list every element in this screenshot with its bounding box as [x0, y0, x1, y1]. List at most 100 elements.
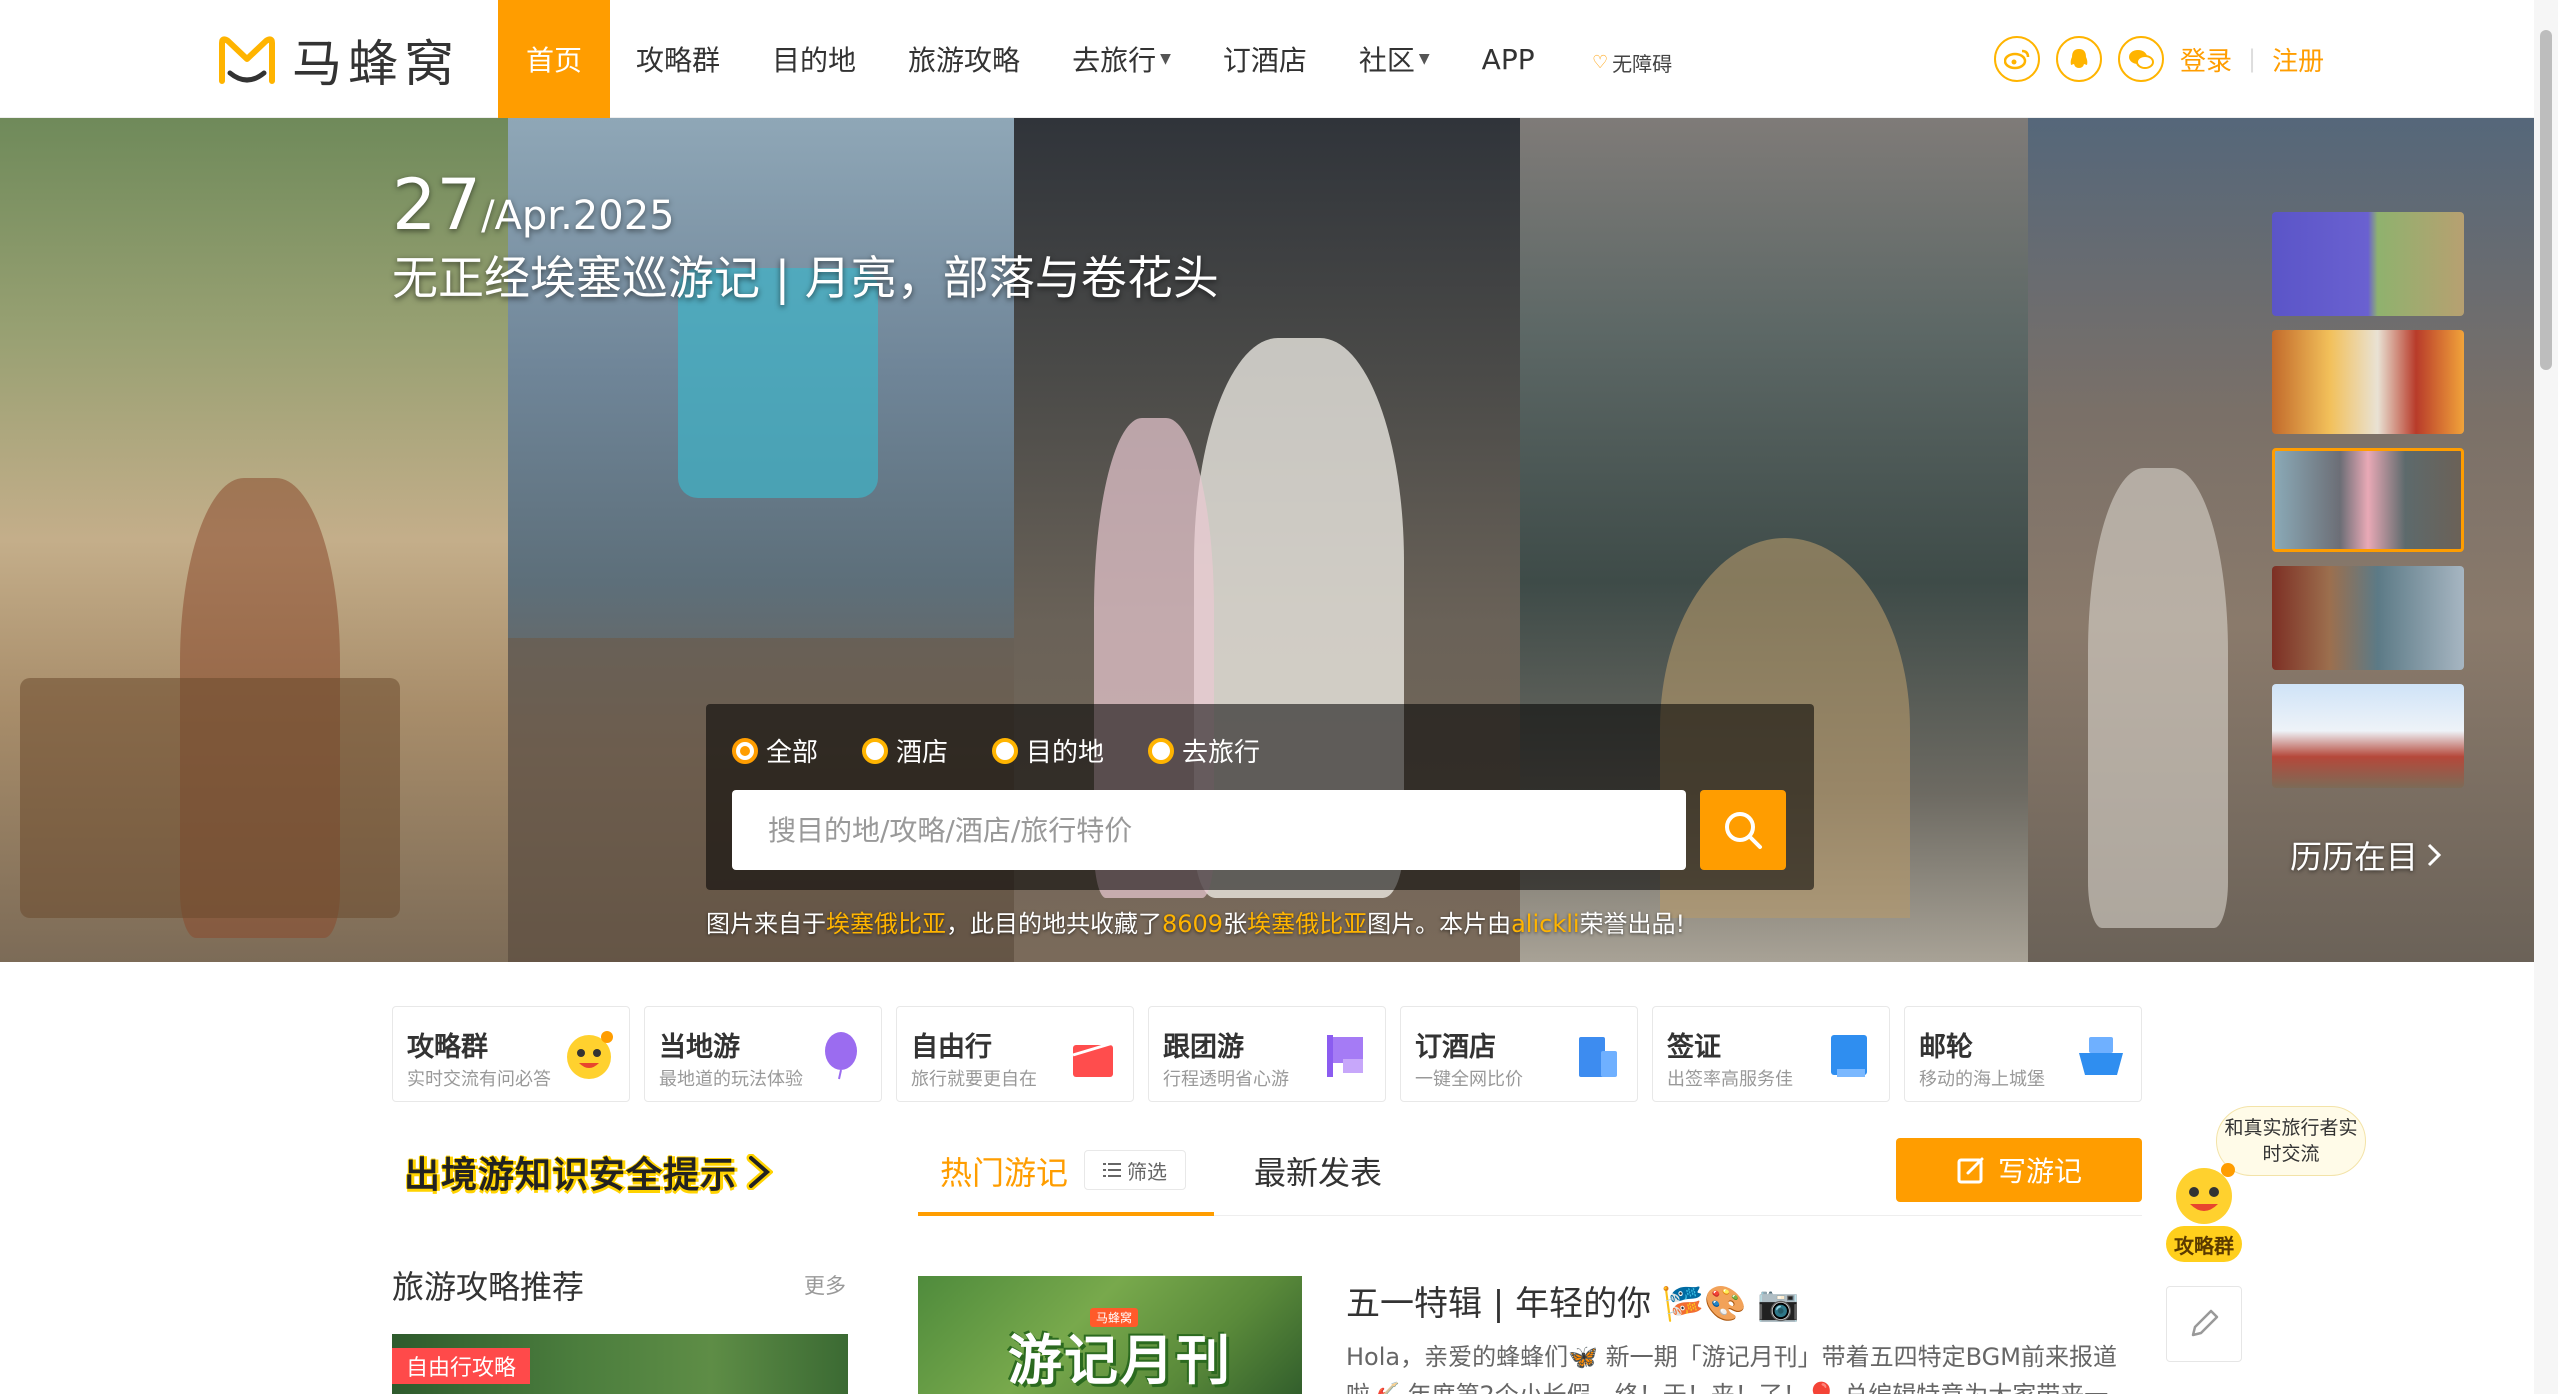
logo-m-icon — [219, 36, 275, 84]
login-link[interactable]: 登录 — [2180, 41, 2232, 78]
nav-home[interactable]: 首页 — [498, 0, 611, 118]
radio-go-travel[interactable]: 去旅行 — [1148, 732, 1260, 769]
recommend-more-link[interactable]: 更多 — [804, 1270, 846, 1300]
nav-app[interactable]: APP — [1456, 0, 1561, 118]
radio-label: 目的地 — [1026, 738, 1105, 768]
note-title[interactable]: 五一特辑 | 年轻的你 🎏🎨 📷 — [1346, 1276, 1800, 1325]
feature-title: 跟团游 — [1163, 1032, 1244, 1063]
feature-subtitle: 实时交流有问必答 — [407, 1069, 551, 1090]
credit-place-link[interactable]: 埃塞俄比亚 — [1247, 910, 1367, 938]
feature-subtitle: 行程透明省心游 — [1163, 1069, 1289, 1090]
hero-title[interactable]: 无正经埃塞巡游记 | 月亮，部落与卷花头 — [392, 242, 1219, 308]
feature-card-hotel[interactable]: 订酒店 一键全网比价 — [1400, 1006, 1638, 1102]
gift-icon — [1072, 1041, 1114, 1077]
credit-text: ，此目的地共收藏了 — [946, 910, 1162, 938]
feature-card-local-tour[interactable]: 当地游 最地道的玩法体验 — [644, 1006, 882, 1102]
tab-latest[interactable]: 最新发表 — [1254, 1148, 1382, 1194]
nav-guide-group[interactable]: 攻略群 — [610, 0, 746, 118]
hero-thumb[interactable] — [2272, 330, 2464, 434]
nav-hotel[interactable]: 订酒店 — [1197, 0, 1333, 118]
mascot-icon[interactable] — [2166, 1160, 2242, 1230]
hero-thumb-selected[interactable] — [2272, 448, 2464, 552]
search-button[interactable] — [1700, 790, 1786, 870]
radio-dot — [1148, 737, 1175, 764]
feature-title: 攻略群 — [407, 1032, 488, 1063]
float-edit-button[interactable] — [2166, 1286, 2242, 1362]
hero-thumb[interactable] — [2272, 212, 2464, 316]
radio-all[interactable]: 全部 — [732, 732, 818, 769]
safety-tips-banner[interactable]: 出境游知识安全提示 — [404, 1142, 774, 1202]
nav-community[interactable]: 社区 ▼ — [1333, 0, 1456, 118]
chevron-right-icon — [746, 1154, 774, 1190]
search-panel: 全部 酒店 目的地 去旅行 — [706, 704, 1814, 890]
hero-date-month-year: /Apr.2025 — [481, 193, 675, 239]
feature-card-group-tour[interactable]: 跟团游 行程透明省心游 — [1148, 1006, 1386, 1102]
radio-label: 去旅行 — [1182, 738, 1261, 768]
feature-subtitle: 出签率高服务佳 — [1667, 1069, 1793, 1090]
history-link-label: 历历在目 — [2290, 838, 2419, 876]
scrollbar-thumb[interactable] — [2540, 30, 2552, 370]
filter-label: 筛选 — [1127, 1159, 1167, 1184]
nav-label: 目的地 — [772, 44, 857, 77]
filter-button[interactable]: 筛选 — [1084, 1150, 1186, 1190]
site-logo[interactable]: 马蜂窝 — [216, 30, 460, 93]
radio-label: 酒店 — [896, 738, 949, 768]
radio-dot — [862, 737, 889, 764]
feature-title: 订酒店 — [1415, 1032, 1496, 1063]
write-note-button[interactable]: 写游记 — [1896, 1138, 2142, 1202]
photo-cart — [20, 678, 400, 918]
edit-icon — [1957, 1157, 1984, 1184]
page-scrollbar[interactable] — [2534, 0, 2558, 1394]
pencil-icon — [2191, 1309, 2219, 1337]
feature-card-free-travel[interactable]: 自由行 旅行就要更自在 — [896, 1006, 1134, 1102]
visa-icon — [1831, 1035, 1867, 1077]
search-input[interactable] — [732, 790, 1686, 870]
hero-thumb[interactable] — [2272, 684, 2464, 788]
recommend-title: 旅游攻略推荐 — [392, 1268, 585, 1306]
radio-hotel[interactable]: 酒店 — [862, 732, 948, 769]
write-note-label: 写游记 — [1997, 1155, 2082, 1188]
list-icon — [1103, 1163, 1121, 1177]
logo-text: 马蜂窝 — [292, 35, 460, 93]
nav-destination[interactable]: 目的地 — [746, 0, 882, 118]
search-icon — [1725, 812, 1762, 849]
nav-label: 首页 — [526, 44, 583, 77]
nav-travel-guide[interactable]: 旅游攻略 — [882, 0, 1046, 118]
nav-label: 旅游攻略 — [908, 44, 1021, 77]
chevron-right-icon — [2427, 843, 2442, 867]
feature-card-cruise[interactable]: 邮轮 移动的海上城堡 — [1904, 1006, 2142, 1102]
heart-icon: ♡ — [1592, 52, 1609, 73]
tab-hot-notes[interactable]: 热门游记 — [940, 1148, 1068, 1194]
photo-child — [2088, 468, 2228, 928]
weibo-icon[interactable] — [1994, 36, 2040, 82]
credit-place-link[interactable]: 埃塞俄比亚 — [826, 910, 946, 938]
nav-label: 去旅行 — [1072, 44, 1157, 77]
qq-icon[interactable] — [2056, 36, 2102, 82]
wechat-icon[interactable] — [2118, 36, 2164, 82]
credit-count: 8609 — [1162, 910, 1224, 938]
hero-thumb[interactable] — [2272, 566, 2464, 670]
nav-go-travel[interactable]: 去旅行 ▼ — [1046, 0, 1197, 118]
accessibility-label: 无障碍 — [1612, 52, 1673, 76]
accessibility-link[interactable]: ♡ 无障碍 — [1592, 48, 1672, 77]
feature-title: 邮轮 — [1919, 1032, 1973, 1063]
caret-down-icon: ▼ — [1418, 51, 1430, 67]
register-link[interactable]: 注册 — [2272, 41, 2324, 78]
recommend-card[interactable]: 自由行攻略 — [392, 1334, 848, 1394]
feature-subtitle: 旅行就要更自在 — [911, 1069, 1037, 1090]
note-thumbnail[interactable]: 马蜂窝 游记月刊 — [918, 1276, 1302, 1394]
feature-subtitle: 最地道的玩法体验 — [659, 1069, 803, 1090]
history-link[interactable]: 历历在目 — [2290, 832, 2442, 878]
nav-label: APP — [1481, 42, 1535, 76]
guide-group-float-button[interactable]: 攻略群 — [2166, 1226, 2242, 1262]
safety-tips-text: 出境游知识安全提示 — [404, 1155, 738, 1196]
note-excerpt: Hola，亲爱的蜂蜂们🦋 新一期「游记月刊」带着五四特定BGM前来报道啦🎸 年度… — [1346, 1343, 2117, 1394]
feature-card-guide-group[interactable]: 攻略群 实时交流有问必答 — [392, 1006, 630, 1102]
credit-author-link[interactable]: alickli — [1511, 910, 1579, 938]
hero-banner: 27/Apr.2025 无正经埃塞巡游记 | 月亮，部落与卷花头 全部 酒店 目… — [0, 118, 2534, 962]
radio-destination[interactable]: 目的地 — [992, 732, 1104, 769]
recommend-card-tag: 自由行攻略 — [392, 1348, 531, 1384]
feature-card-visa[interactable]: 签证 出签率高服务佳 — [1652, 1006, 1890, 1102]
nav-label: 订酒店 — [1222, 44, 1307, 77]
ship-icon — [2079, 1037, 2123, 1075]
